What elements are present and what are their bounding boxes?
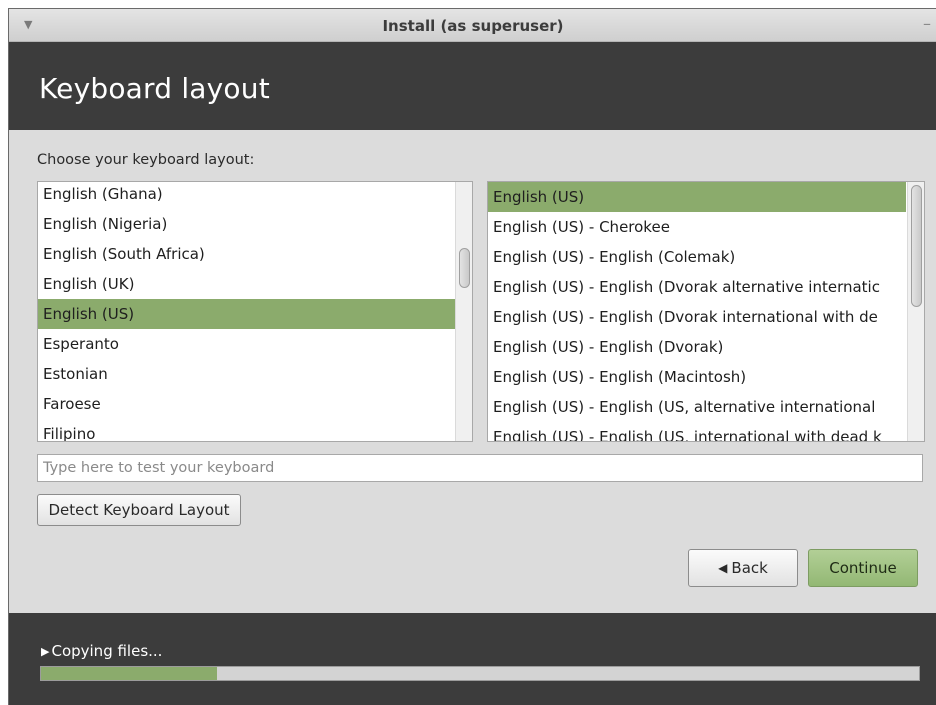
layout-list-item[interactable]: English (South Africa) xyxy=(38,239,458,269)
layout-list-item[interactable]: English (US) xyxy=(38,299,458,329)
status-expander[interactable]: ▶ Copying files... xyxy=(41,642,162,660)
variant-list-item[interactable]: English (US) - English (Dvorak alternati… xyxy=(488,272,906,302)
installer-window: ▼ Install (as superuser) – Keyboard layo… xyxy=(8,8,936,705)
page-title: Keyboard layout xyxy=(39,72,270,105)
detect-keyboard-layout-button[interactable]: Detect Keyboard Layout xyxy=(37,494,241,526)
back-arrow-icon: ◀ xyxy=(718,561,728,575)
variant-list-item[interactable]: English (US) - English (Dvorak internati… xyxy=(488,302,906,332)
variant-list-item[interactable]: English (US) xyxy=(488,182,906,212)
variant-list-scrollbar[interactable] xyxy=(907,182,924,441)
layout-list-item[interactable]: English (Ghana) xyxy=(38,182,458,209)
variant-list-item[interactable]: English (US) - English (Macintosh) xyxy=(488,362,906,392)
keyboard-test-input[interactable] xyxy=(37,454,923,482)
layout-prompt-label: Choose your keyboard layout: xyxy=(37,152,255,168)
layout-list-item[interactable]: Filipino xyxy=(38,419,458,441)
progress-fill xyxy=(41,667,217,680)
back-button[interactable]: ◀ Back xyxy=(688,549,798,587)
layout-list-scrollbar[interactable] xyxy=(455,182,472,441)
variant-list-item[interactable]: English (US) - English (Colemak) xyxy=(488,242,906,272)
keyboard-layout-list[interactable]: English (Ghana) English (Nigeria) English … xyxy=(37,181,473,442)
variant-list-item[interactable]: English (US) - English (US, internationa… xyxy=(488,422,906,441)
layout-list-item[interactable]: English (UK) xyxy=(38,269,458,299)
page-header: Keyboard layout xyxy=(9,42,936,130)
layout-list-item[interactable]: English (Nigeria) xyxy=(38,209,458,239)
status-text: Copying files... xyxy=(51,642,163,660)
window-title: Install (as superuser) xyxy=(382,17,564,35)
progress-footer: ▶ Copying files... xyxy=(9,613,936,705)
variant-list-item[interactable]: English (US) - English (Dvorak) xyxy=(488,332,906,362)
minimize-icon[interactable]: – xyxy=(923,14,931,33)
expander-triangle-icon: ▶ xyxy=(41,645,50,658)
layout-list-item[interactable]: Faroese xyxy=(38,389,458,419)
variant-list-item[interactable]: English (US) - English (US, alternative … xyxy=(488,392,906,422)
layout-list-scroll-thumb[interactable] xyxy=(459,248,470,288)
layout-list-item[interactable]: Estonian xyxy=(38,359,458,389)
keyboard-variant-list[interactable]: English (US) English (US) - Cherokee Engli… xyxy=(487,181,925,442)
continue-button[interactable]: Continue xyxy=(808,549,918,587)
title-bar[interactable]: ▼ Install (as superuser) – xyxy=(9,9,936,42)
install-progress-bar xyxy=(40,666,920,681)
variant-list-item[interactable]: English (US) - Cherokee xyxy=(488,212,906,242)
variant-list-scroll-thumb[interactable] xyxy=(911,185,922,307)
layout-list-item[interactable]: Esperanto xyxy=(38,329,458,359)
back-button-label: Back xyxy=(731,559,768,577)
